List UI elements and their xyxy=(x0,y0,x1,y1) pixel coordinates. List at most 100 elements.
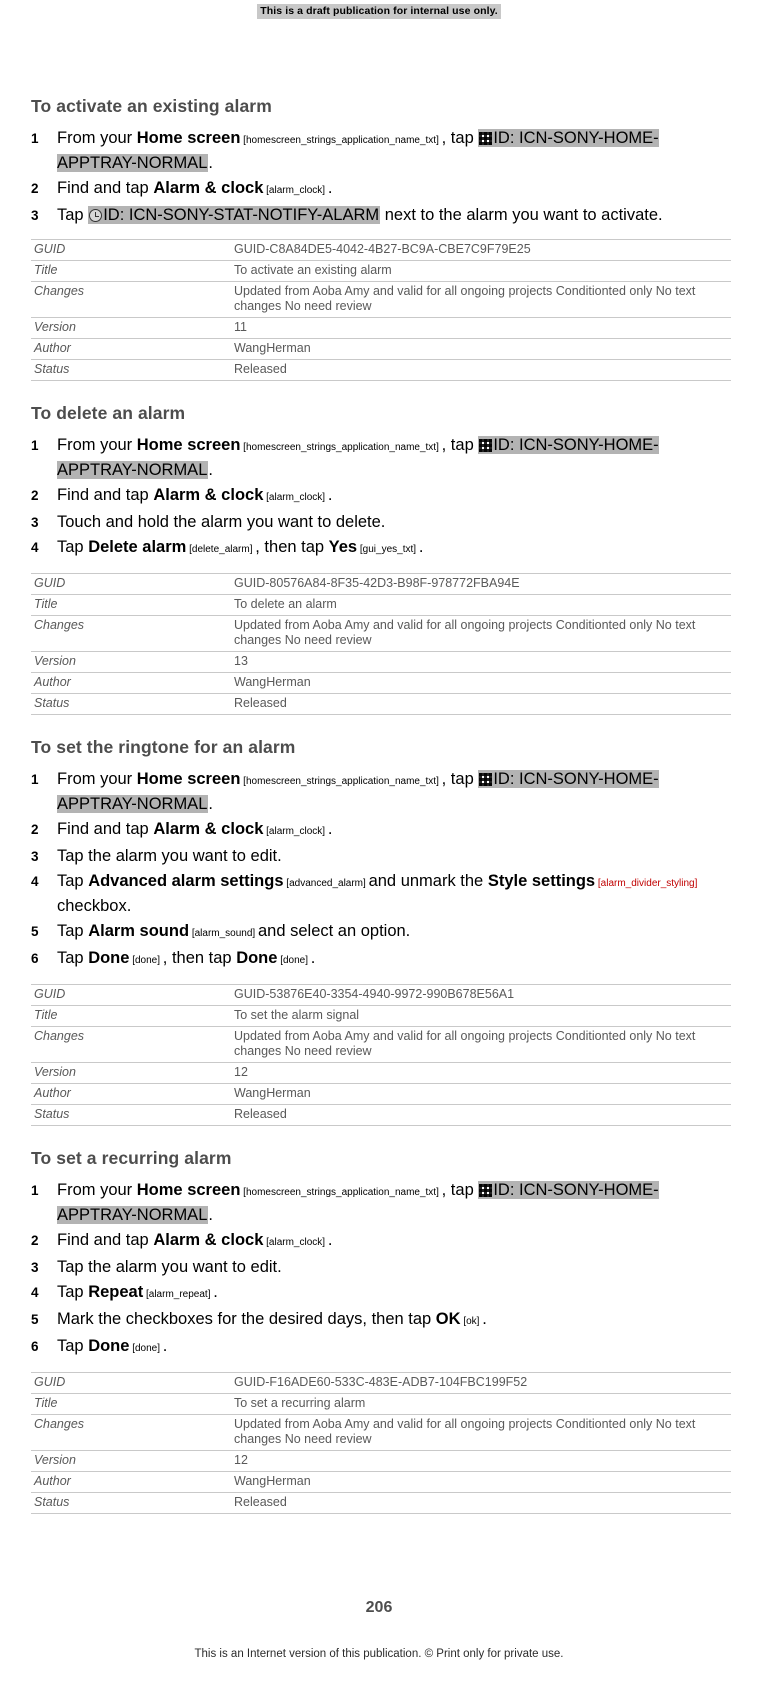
step-text: Touch and hold the alarm you want to del… xyxy=(57,513,386,531)
step-text: . xyxy=(327,486,333,504)
step-number: 2 xyxy=(31,822,39,837)
metadata-row: Changes Updated from Aoba Amy and valid f… xyxy=(31,281,731,318)
step-text: . xyxy=(162,1337,168,1355)
ui-label-reference: Advanced alarm settings xyxy=(88,872,284,890)
ui-label-reference: Done xyxy=(88,1337,130,1355)
metadata-key: GUID xyxy=(31,984,231,1006)
step-number: 4 xyxy=(31,874,39,889)
string-id-tag: [done] xyxy=(129,955,163,966)
step-item: 6 Tap Done [done] , then tap Done [done] … xyxy=(31,947,731,972)
metadata-row: Author WangHerman xyxy=(31,672,731,694)
metadata-value: 12 xyxy=(231,1450,731,1472)
metadata-row: Status Released xyxy=(31,359,731,381)
step-text: checkbox. xyxy=(57,897,132,915)
step-item: 1 From your Home screen [homescreen_strin… xyxy=(31,1179,731,1227)
metadata-key: Changes xyxy=(31,1026,231,1063)
ui-label-reference: Done xyxy=(236,949,278,967)
metadata-value: Updated from Aoba Amy and valid for all … xyxy=(231,615,731,652)
metadata-value: To set a recurring alarm xyxy=(231,1393,731,1415)
metadata-value: Updated from Aoba Amy and valid for all … xyxy=(231,281,731,318)
document-content: To activate an existing alarm 1 From your … xyxy=(31,96,731,1536)
step-text: From your xyxy=(57,1181,137,1199)
metadata-row: Title To set the alarm signal xyxy=(31,1005,731,1027)
step-number: 1 xyxy=(31,1183,39,1198)
step-item: 4 Tap Repeat [alarm_repeat] . xyxy=(31,1281,731,1306)
string-id-tag: [alarm_clock] xyxy=(263,185,328,196)
metadata-key: Author xyxy=(31,1083,231,1105)
step-item: 2 Find and tap Alarm & clock [alarm_clock… xyxy=(31,177,731,202)
step-number: 5 xyxy=(31,1312,39,1327)
string-id-tag: [gui_yes_txt] xyxy=(357,544,419,555)
step-text: , then tap xyxy=(162,949,237,967)
ui-label-reference: Home screen xyxy=(136,436,241,454)
metadata-row: Status Released xyxy=(31,1104,731,1126)
metadata-value: To delete an alarm xyxy=(231,594,731,616)
metadata-key: Title xyxy=(31,1393,231,1415)
step-number: 1 xyxy=(31,772,39,787)
ui-label-reference: Alarm sound xyxy=(88,922,190,940)
string-id-tag: [homescreen_strings_application_name_txt… xyxy=(240,135,442,146)
section-heading: To set the ringtone for an alarm xyxy=(31,737,296,757)
step-item: 2 Find and tap Alarm & clock [alarm_clock… xyxy=(31,484,731,509)
metadata-key: Title xyxy=(31,260,231,282)
section-heading: To delete an alarm xyxy=(31,403,186,423)
step-number: 3 xyxy=(31,515,39,530)
metadata-value: WangHerman xyxy=(231,672,731,694)
step-text: Tap xyxy=(57,949,89,967)
metadata-value: WangHerman xyxy=(231,1083,731,1105)
metadata-key: Changes xyxy=(31,281,231,318)
metadata-value: Released xyxy=(231,1104,731,1126)
ui-label-reference: Home screen xyxy=(136,770,241,788)
metadata-value: 12 xyxy=(231,1062,731,1084)
string-id-tag: [alarm_clock] xyxy=(263,1237,328,1248)
string-id-tag: [homescreen_strings_application_name_txt… xyxy=(240,442,442,453)
ui-label-reference: Done xyxy=(88,949,130,967)
section-heading: To activate an existing alarm xyxy=(31,96,272,116)
metadata-value: GUID-C8A84DE5-4042-4B27-BC9A-CBE7C9F79E2… xyxy=(231,239,731,261)
metadata-key: GUID xyxy=(31,573,231,595)
string-id-tag: [done] xyxy=(129,1343,163,1354)
procedure-block: To delete an alarm 1 From your Home screen… xyxy=(31,403,731,715)
metadata-value: 13 xyxy=(231,651,731,673)
metadata-row: Author WangHerman xyxy=(31,338,731,360)
metadata-value: WangHerman xyxy=(231,338,731,360)
metadata-value: To activate an existing alarm xyxy=(231,260,731,282)
step-text: . xyxy=(482,1310,487,1328)
step-text: Find and tap xyxy=(57,820,154,838)
metadata-table: GUID GUID-C8A84DE5-4042-4B27-BC9A-CBE7C9F… xyxy=(31,239,731,381)
step-text: . xyxy=(327,820,333,838)
metadata-row: Version 13 xyxy=(31,651,731,673)
metadata-row: Status Released xyxy=(31,693,731,715)
step-text: and unmark the xyxy=(368,872,488,890)
metadata-row: GUID GUID-F16ADE60-533C-483E-ADB7-104FBC1… xyxy=(31,1372,731,1394)
procedure-block: To activate an existing alarm 1 From your … xyxy=(31,96,731,381)
ui-label-reference: Delete alarm xyxy=(88,538,187,556)
metadata-key: Status xyxy=(31,1104,231,1126)
step-number: 2 xyxy=(31,488,39,503)
ui-label-reference: OK xyxy=(435,1310,461,1328)
step-text: Find and tap xyxy=(57,486,154,504)
step-item: 6 Tap Done [done] . xyxy=(31,1335,731,1360)
step-item: 3 Tap ID: ICN-SONY-STAT-NOTIFY-ALARM next… xyxy=(31,204,731,227)
ui-label-reference: Style settings xyxy=(487,872,596,890)
string-id-tag: [alarm_sound] xyxy=(189,928,258,939)
page-footer: This is an Internet version of this publ… xyxy=(194,1648,564,1660)
procedure-block: To set a recurring alarm 1 From your Home … xyxy=(31,1148,731,1514)
metadata-row: Author WangHerman xyxy=(31,1083,731,1105)
metadata-value: WangHerman xyxy=(231,1471,731,1493)
string-id-tag: [alarm_clock] xyxy=(263,492,328,503)
step-text: , then tap xyxy=(255,538,329,556)
draft-notice: This is a draft publication for internal… xyxy=(0,4,758,19)
step-number: 6 xyxy=(31,951,39,966)
step-list: 1 From your Home screen [homescreen_strin… xyxy=(31,434,731,561)
step-text: Mark the checkboxes for the desired days… xyxy=(57,1310,436,1328)
ui-label-reference: Alarm & clock xyxy=(153,820,264,838)
draft-notice-text: This is a draft publication for internal… xyxy=(257,4,501,19)
step-number: 3 xyxy=(31,849,39,864)
app-tray-grid-icon xyxy=(479,132,493,145)
step-item: 3 Touch and hold the alarm you want to de… xyxy=(31,511,731,534)
string-id-tag: [ok] xyxy=(460,1316,483,1327)
step-list: 1 From your Home screen [homescreen_strin… xyxy=(31,768,731,972)
metadata-row: Version 11 xyxy=(31,317,731,339)
metadata-row: Version 12 xyxy=(31,1450,731,1472)
